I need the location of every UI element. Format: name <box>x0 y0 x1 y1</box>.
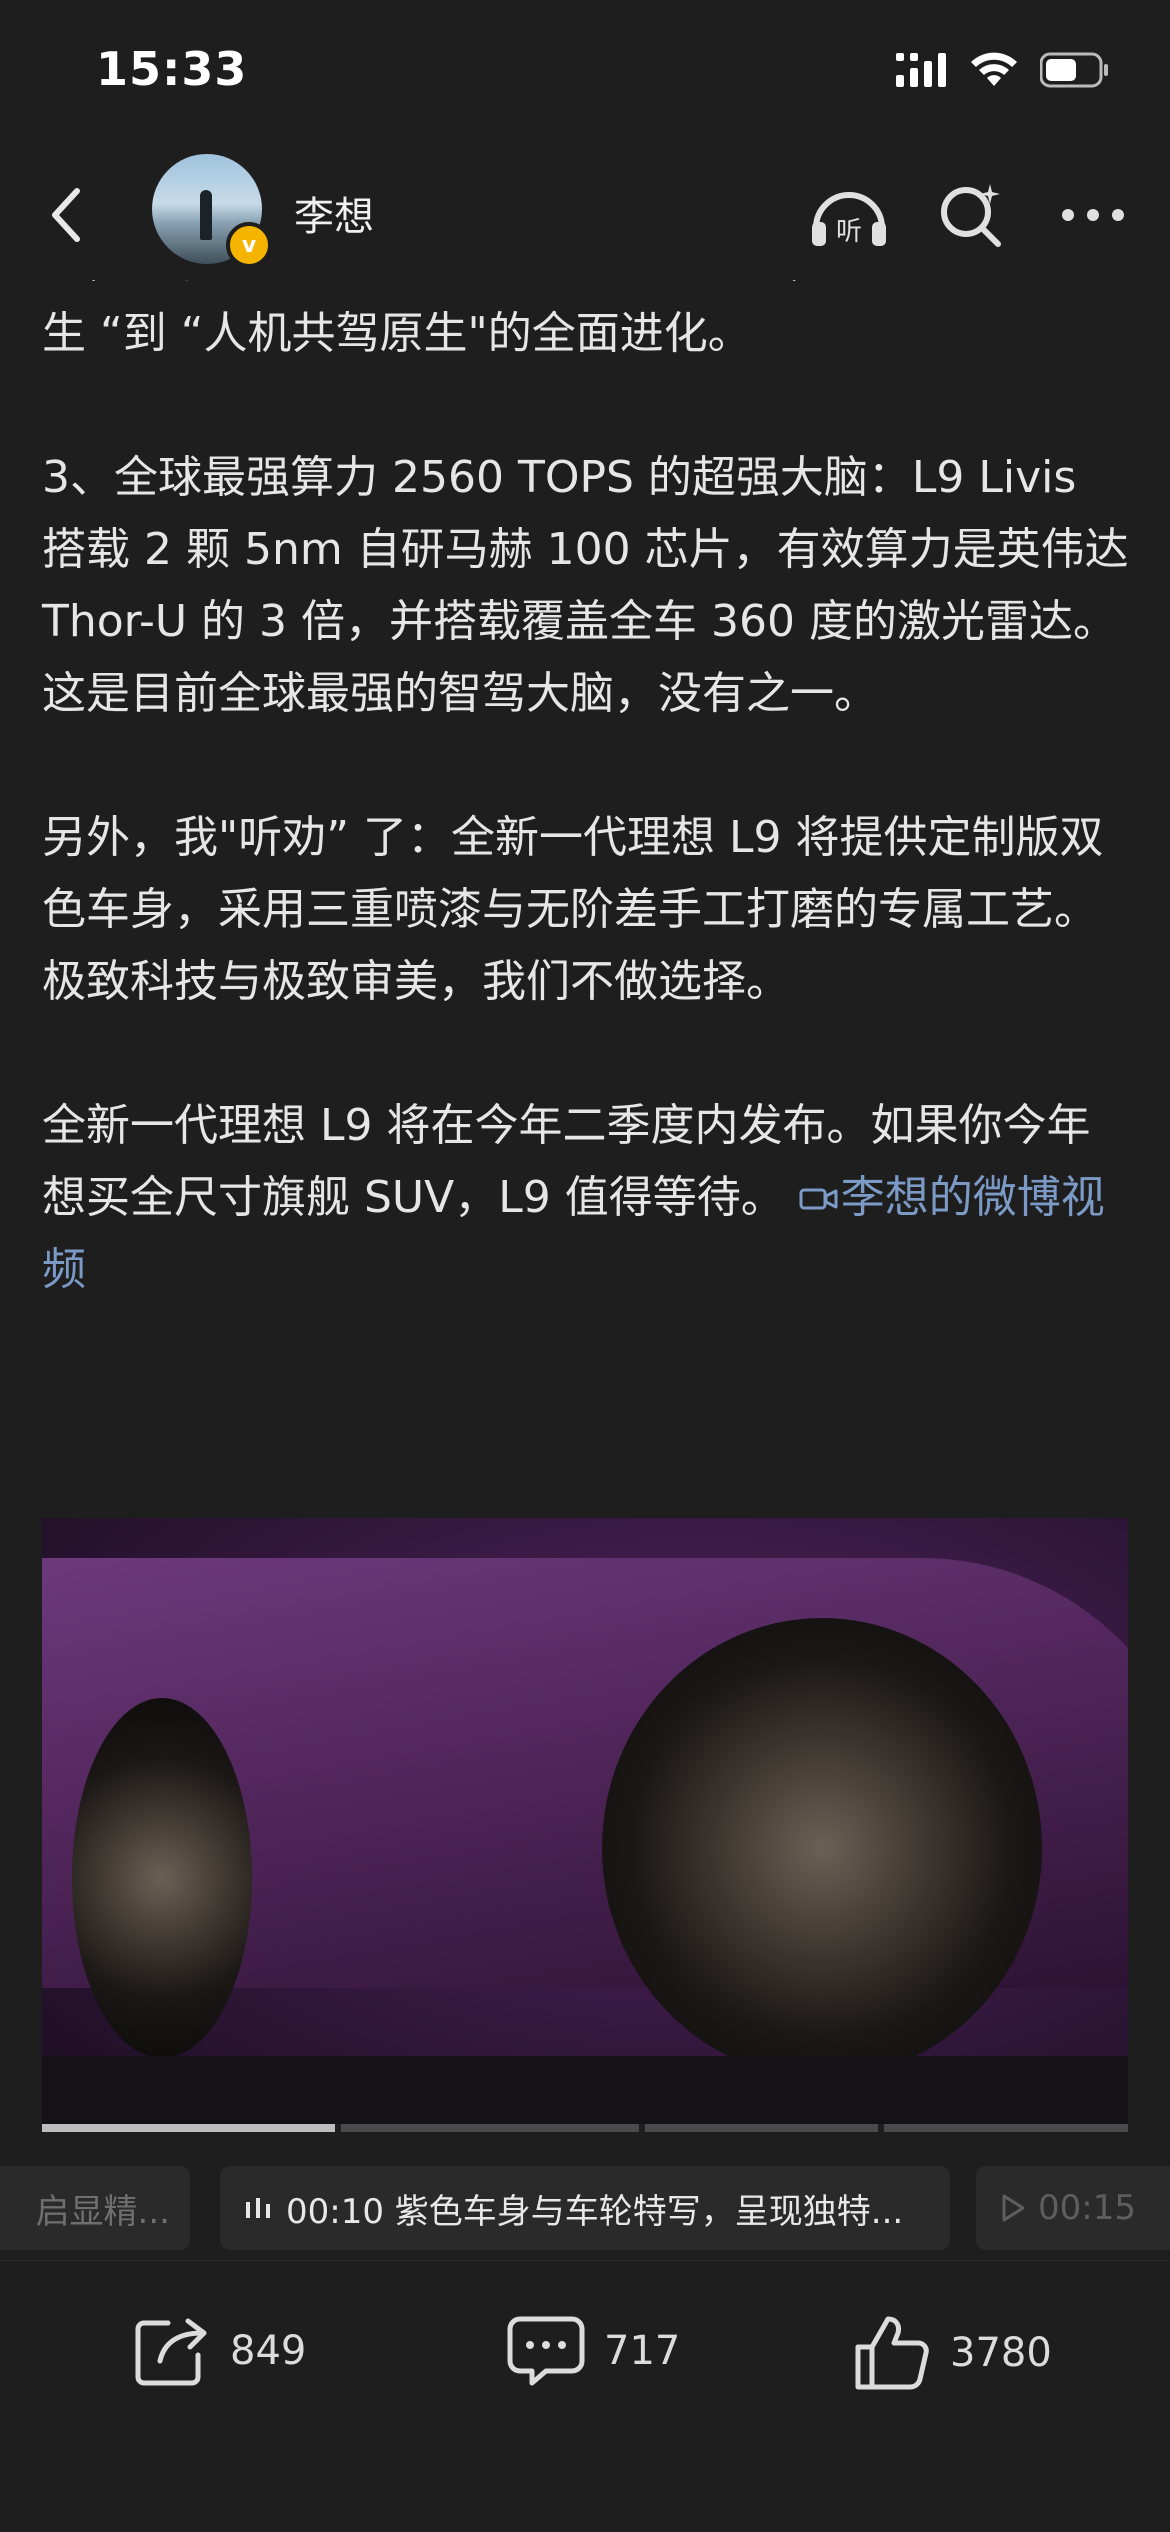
chapter-current-label: 00:10 紫色车身与车轮特写，呈现独特... <box>286 2191 904 2232</box>
paragraph: 3、全球最强算力 2560 TOPS 的超强大脑：L9 Livis 搭载 2 颗… <box>42 452 1129 719</box>
paragraph: 另外，我"听劝” 了：全新一代理想 L9 将提供定制版双色车身，采用三重喷漆与无… <box>42 812 1104 1007</box>
status-icons <box>896 52 1110 92</box>
status-bar: 15:33 <box>0 0 1170 150</box>
header-actions: 听 <box>808 174 1134 256</box>
chapter-item-current[interactable]: 00:10 紫色车身与车轮特写，呈现独特... <box>220 2166 950 2250</box>
audio-bars-icon <box>244 2194 274 2222</box>
thumbs-up-icon <box>855 2316 929 2390</box>
chapter-tick <box>335 2124 342 2132</box>
author-name[interactable]: 李想 <box>294 184 374 242</box>
video-player[interactable] <box>42 1518 1128 2126</box>
search-button[interactable] <box>930 174 1012 256</box>
post-header: v 李想 听 <box>0 150 1170 280</box>
video-chapters: 启显精... 00:10 紫色车身与车轮特写，呈现独特... 00:15 <box>0 2160 1170 2256</box>
back-button[interactable] <box>30 180 100 250</box>
action-bar: 849 717 3780 <box>0 2260 1170 2532</box>
video-progress-fill <box>42 2124 336 2132</box>
chapter-tick <box>639 2124 646 2132</box>
comment-count: 717 <box>604 2328 681 2374</box>
video-camera-icon <box>799 1188 838 1210</box>
chapter-item-next[interactable]: 00:15 <box>976 2166 1170 2250</box>
chevron-left-icon <box>52 188 80 242</box>
headphones-listen-icon: 听 <box>812 192 886 247</box>
car-front-wheel <box>602 1618 1042 2078</box>
chapter-tick <box>878 2124 885 2132</box>
more-dots-icon <box>1062 209 1124 221</box>
avatar-figure <box>200 190 212 240</box>
video-progress-bar[interactable] <box>42 2124 1128 2132</box>
like-count: 3780 <box>950 2330 1052 2376</box>
more-button[interactable] <box>1052 174 1134 256</box>
wifi-icon <box>970 52 1018 92</box>
paragraph: 统，拥有如神经系统般的"直觉级"响应，完成从"人驾原生 “到 “人机共驾原生"的… <box>42 270 1115 359</box>
car-rear-wheel <box>72 1698 252 2058</box>
verified-badge: v <box>226 222 272 268</box>
share-icon <box>135 2318 207 2386</box>
weibo-post-page: 15:33 v 李想 听 生 “到 “人机共驾原生"的全面进化。 3、全球最强算… <box>0 0 1170 2532</box>
search-sparkle-icon <box>941 184 1001 247</box>
video-ground <box>42 2056 1128 2126</box>
play-icon <box>1000 2193 1026 2223</box>
like-button[interactable]: 3780 <box>852 2313 1052 2393</box>
listen-button[interactable]: 听 <box>808 174 890 256</box>
share-button[interactable]: 849 <box>132 2313 306 2389</box>
battery-icon <box>1039 52 1110 92</box>
chapter-prev-label: 启显精... <box>35 2191 170 2232</box>
svg-text:听: 听 <box>836 217 862 247</box>
status-time: 15:33 <box>96 42 248 96</box>
paragraph-last: 全新一代理想 L9 将在今年二季度内发布。如果你今年想买全尺寸旗舰 SUV，L9… <box>42 1090 1132 1306</box>
cellular-signal-icon <box>896 53 948 91</box>
share-count: 849 <box>230 2328 307 2374</box>
post-content: 统，拥有如神经系统般的"直觉级"响应，完成从"人驾原生 “到 “人机共驾原生"的… <box>0 270 1170 1500</box>
chapter-item-prev[interactable]: 启显精... <box>0 2166 190 2250</box>
comment-button[interactable]: 717 <box>506 2313 680 2389</box>
comment-icon <box>507 2316 585 2386</box>
chapter-next-label: 00:15 <box>1038 2188 1136 2228</box>
